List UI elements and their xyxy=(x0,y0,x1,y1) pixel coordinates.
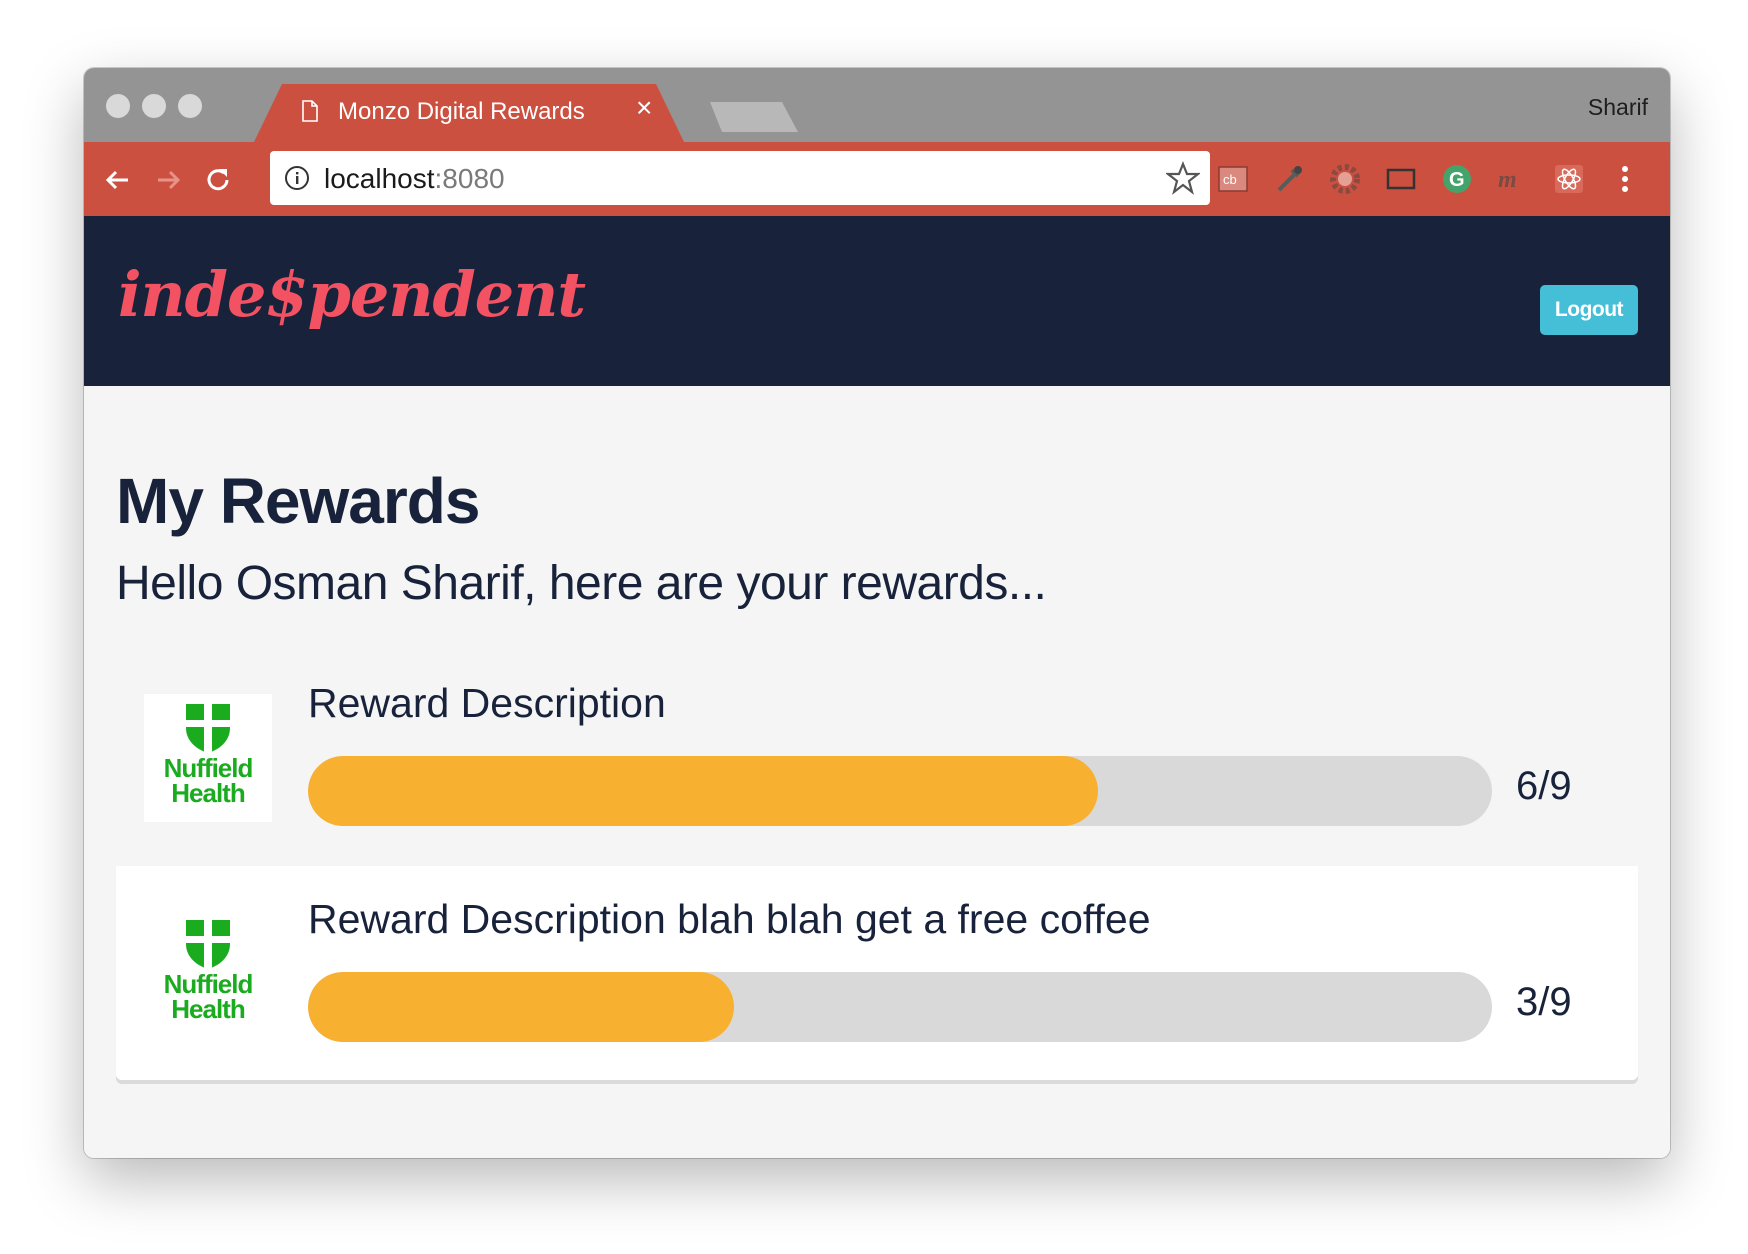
brand-name: Nuffield Health xyxy=(163,753,254,808)
progress-fill xyxy=(308,756,1098,826)
grammarly-icon[interactable]: G xyxy=(1438,160,1476,198)
react-devtools-icon[interactable] xyxy=(1550,160,1588,198)
url-port: :8080 xyxy=(434,163,505,194)
site-logo[interactable]: inde$pendent xyxy=(118,258,586,331)
close-window-dot[interactable] xyxy=(106,94,130,118)
reload-icon[interactable] xyxy=(198,160,238,200)
info-icon[interactable] xyxy=(284,165,310,191)
cb-extension-icon[interactable]: cb xyxy=(1214,160,1252,198)
page-title: My Rewards xyxy=(116,465,480,537)
reward-row[interactable]: Nuffield Health Reward Description 6/9 xyxy=(116,650,1638,866)
document-icon xyxy=(302,100,318,122)
shield-cross-icon xyxy=(184,918,232,970)
new-tab-button[interactable] xyxy=(710,102,798,132)
progress-bar xyxy=(308,972,1492,1042)
bookmark-star-icon[interactable] xyxy=(1166,161,1200,195)
more-menu-icon[interactable] xyxy=(1606,160,1644,198)
svg-text:m: m xyxy=(1498,167,1517,193)
close-icon[interactable]: × xyxy=(636,94,652,122)
forward-arrow-icon[interactable] xyxy=(148,160,188,200)
tab-title: Monzo Digital Rewards xyxy=(338,98,585,125)
rewards-list: Nuffield Health Reward Description 6/9 N… xyxy=(116,650,1638,1080)
reward-row[interactable]: Nuffield Health Reward Description blah … xyxy=(116,866,1638,1080)
greeting-subtitle: Hello Osman Sharif, here are your reward… xyxy=(116,557,1047,610)
browser-toolbar: localhost:8080 cb G m xyxy=(84,142,1670,216)
browser-window: Monzo Digital Rewards × Sharif localhost… xyxy=(84,68,1670,1158)
url-host: localhost xyxy=(324,163,435,194)
tab-strip: Monzo Digital Rewards × Sharif xyxy=(84,68,1670,142)
active-tab[interactable]: Monzo Digital Rewards × xyxy=(254,84,684,142)
progress-count: 6/9 xyxy=(1516,764,1572,808)
nuffield-health-logo: Nuffield Health xyxy=(144,910,272,1038)
maximize-window-dot[interactable] xyxy=(178,94,202,118)
address-bar[interactable]: localhost:8080 xyxy=(270,151,1210,205)
brand-name: Nuffield Health xyxy=(163,969,254,1024)
m-extension-icon[interactable]: m xyxy=(1494,160,1532,198)
progress-count: 3/9 xyxy=(1516,980,1572,1024)
page-content: inde$pendent Logout My Rewards Hello Osm… xyxy=(84,216,1670,1158)
logout-button[interactable]: Logout xyxy=(1540,285,1638,335)
site-header: inde$pendent Logout xyxy=(84,216,1670,386)
svg-text:G: G xyxy=(1449,169,1465,191)
nuffield-health-logo: Nuffield Health xyxy=(144,694,272,822)
eyedropper-icon[interactable] xyxy=(1270,160,1308,198)
reward-description: Reward Description xyxy=(308,680,666,726)
shield-cross-icon xyxy=(184,702,232,754)
minimize-window-dot[interactable] xyxy=(142,94,166,118)
progress-bar xyxy=(308,756,1492,826)
back-arrow-icon[interactable] xyxy=(98,160,138,200)
progress-fill xyxy=(308,972,735,1042)
svg-text:cb: cb xyxy=(1223,172,1237,187)
url-text[interactable]: localhost:8080 xyxy=(324,163,505,195)
gear-icon[interactable] xyxy=(1326,160,1364,198)
screen-capture-icon[interactable] xyxy=(1382,160,1420,198)
profile-name[interactable]: Sharif xyxy=(1588,94,1648,121)
reward-description: Reward Description blah blah get a free … xyxy=(308,896,1151,942)
